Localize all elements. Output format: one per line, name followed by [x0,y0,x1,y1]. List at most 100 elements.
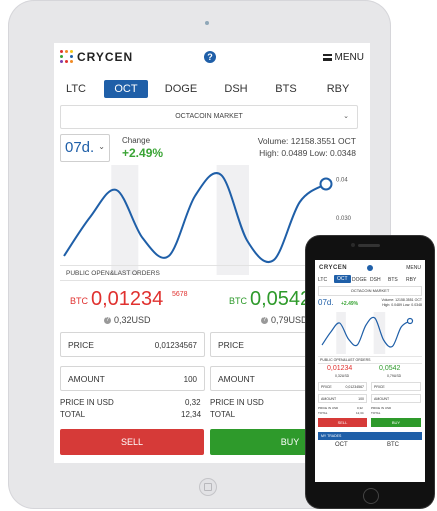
menu-label: MENU [334,52,364,63]
phone-col-btc: BTC [387,442,399,448]
sell-usd-value: 0,32 [185,398,201,407]
phone-tab-bts[interactable]: BTS [388,277,398,283]
phone-sell-price: 0,01234 [327,365,353,372]
phone-total-value: 12,34 [356,411,364,415]
sell-usd-label: PRICE IN USD [60,398,114,407]
sell-price-field[interactable]: PRICE 0,01234567 [60,332,205,357]
phone-high-low: High: 0.0489 Low: 0.0348 [382,303,422,307]
phone-help-icon[interactable] [367,265,373,271]
chart-band-1 [216,165,249,275]
y-tick-label: 0.04 [336,178,348,184]
buy-usd-label: PRICE IN USD [210,398,264,407]
phone-amount-label: AMOUNT [321,397,337,401]
chart-last-point[interactable] [406,317,414,325]
phone-buy-button[interactable]: BUY [371,418,421,427]
market-select[interactable]: OCTACOIN MARKET ⌄ [60,105,358,129]
sell-total-value: 12,34 [181,410,202,419]
period-value: 07d. [65,139,95,156]
info-icon: ? [261,317,268,325]
phone-change: +2.49% [341,301,359,307]
phone-sell-button[interactable]: SELL [318,418,367,427]
tab-doge[interactable]: DOGE [159,80,203,98]
phone-tab-ltc[interactable]: LTC [318,277,327,283]
tab-bts[interactable]: BTS [264,80,308,98]
phone-amount-value: 100 [358,397,364,401]
period-select[interactable]: 07d. ⌄ [60,134,110,162]
sell-price-main: 0,01234 [91,288,164,310]
high-low-text: High: 0.0489 Low: 0.0348 [259,148,356,158]
phone-price-value: 0,01234567 [345,385,365,389]
price-label: PRICE [218,340,244,350]
phone-tab-dsh[interactable]: DSH [370,277,381,283]
phone-col-oct: OCT [335,442,348,448]
volume-text: Volume: 12158.3551 OCT [257,136,356,146]
phone-buy-total-label: TOTAL [371,411,381,415]
home-button[interactable] [199,478,217,496]
chart-series-line [321,316,411,348]
phone-tab-oct[interactable]: OCT [334,275,351,283]
chart-series-line [63,172,327,263]
phone-camera [351,243,355,247]
phone-usd-label: PRICE IN USD [318,406,339,410]
chart-band-0 [336,312,346,354]
phone-frame: CRYCEN MENU LTC OCT DOGE DSH BTS RBY OCT… [306,236,434,508]
phone-orders-header: PUBLIC OPEN&LAST ORDERS [318,356,422,364]
amount-value: 100 [183,375,197,384]
menu-button[interactable]: MENU [322,52,364,63]
info-icon: ? [104,317,111,325]
tab-rby[interactable]: RBY [316,80,360,98]
phone-screen: CRYCEN MENU LTC OCT DOGE DSH BTS RBY OCT… [315,260,425,482]
brand-name: CRYCEN [77,50,134,64]
phone-sell-amount-field[interactable]: AMOUNT 100 [318,394,367,403]
phone-price-label: PRICE [374,385,385,389]
phone-amount-label: AMOUNT [374,397,390,401]
phone-tab-rby[interactable]: RBY [406,277,416,283]
phone-buy-price-field[interactable]: PRICE [371,382,421,391]
phone-volume: Volume: 12158.3551 OCT [381,298,422,302]
buy-price-main: 0,0542 [250,288,312,310]
tab-oct[interactable]: OCT [104,80,148,98]
sell-button[interactable]: SELL [60,429,204,455]
buy-usd: ? 0,79USD [261,315,308,325]
phone-buy-usd-label: PRICE IN USD [371,406,392,410]
help-icon[interactable]: ? [204,51,216,63]
buy-usd-value: 0,79USD [271,315,308,325]
market-select-value: OCTACOIN MARKET [175,113,243,120]
amount-label: AMOUNT [218,374,255,384]
phone-price-chart [321,312,414,354]
tab-dsh[interactable]: DSH [214,80,258,98]
y-tick-label: 0.030 [336,216,352,222]
phone-period[interactable]: 07d. [318,298,334,307]
phone-market-select[interactable]: OCTACOIN MARKET [318,286,422,296]
phone-trades-header: MY TRADES [318,432,422,440]
phone-usd-value: 0,32 [357,406,363,410]
phone-total-label: TOTAL [318,411,328,415]
brand-logo[interactable]: CRYCEN [60,50,133,64]
sell-amount-field[interactable]: AMOUNT 100 [60,366,205,391]
phone-sell-price-field[interactable]: PRICE 0,01234567 [318,382,367,391]
price-value: 0,01234567 [154,341,197,350]
phone-menu[interactable]: MENU [406,265,421,271]
logo-icon [60,50,74,64]
sell-usd-value: 0,32USD [114,315,151,325]
buy-total-label: TOTAL [210,410,236,419]
sell-usd: ? 0,32USD [104,315,151,325]
chevron-down-icon: ⌄ [343,113,349,120]
coin-tabs: LTC OCT DOGE DSH BTS RBY [54,80,370,100]
phone-speaker [358,244,380,247]
buy-currency: BTC [229,296,247,306]
phone-buy-amount-field[interactable]: AMOUNT [371,394,421,403]
price-label: PRICE [68,340,94,350]
sell-total-label: TOTAL [60,410,86,419]
camera-dot [205,21,209,25]
phone-buy-usd: 0,79USD [387,374,402,378]
change-value: +2.49% [122,146,164,160]
phone-price-label: PRICE [321,385,332,389]
tab-ltc[interactable]: LTC [54,80,98,98]
amount-label: AMOUNT [68,374,105,384]
phone-tab-doge[interactable]: DOGE [352,277,367,283]
hamburger-icon [322,54,332,61]
phone-buy-price: 0,0542 [379,365,401,372]
phone-home-button[interactable] [363,488,379,504]
chart-last-point[interactable] [319,177,333,191]
